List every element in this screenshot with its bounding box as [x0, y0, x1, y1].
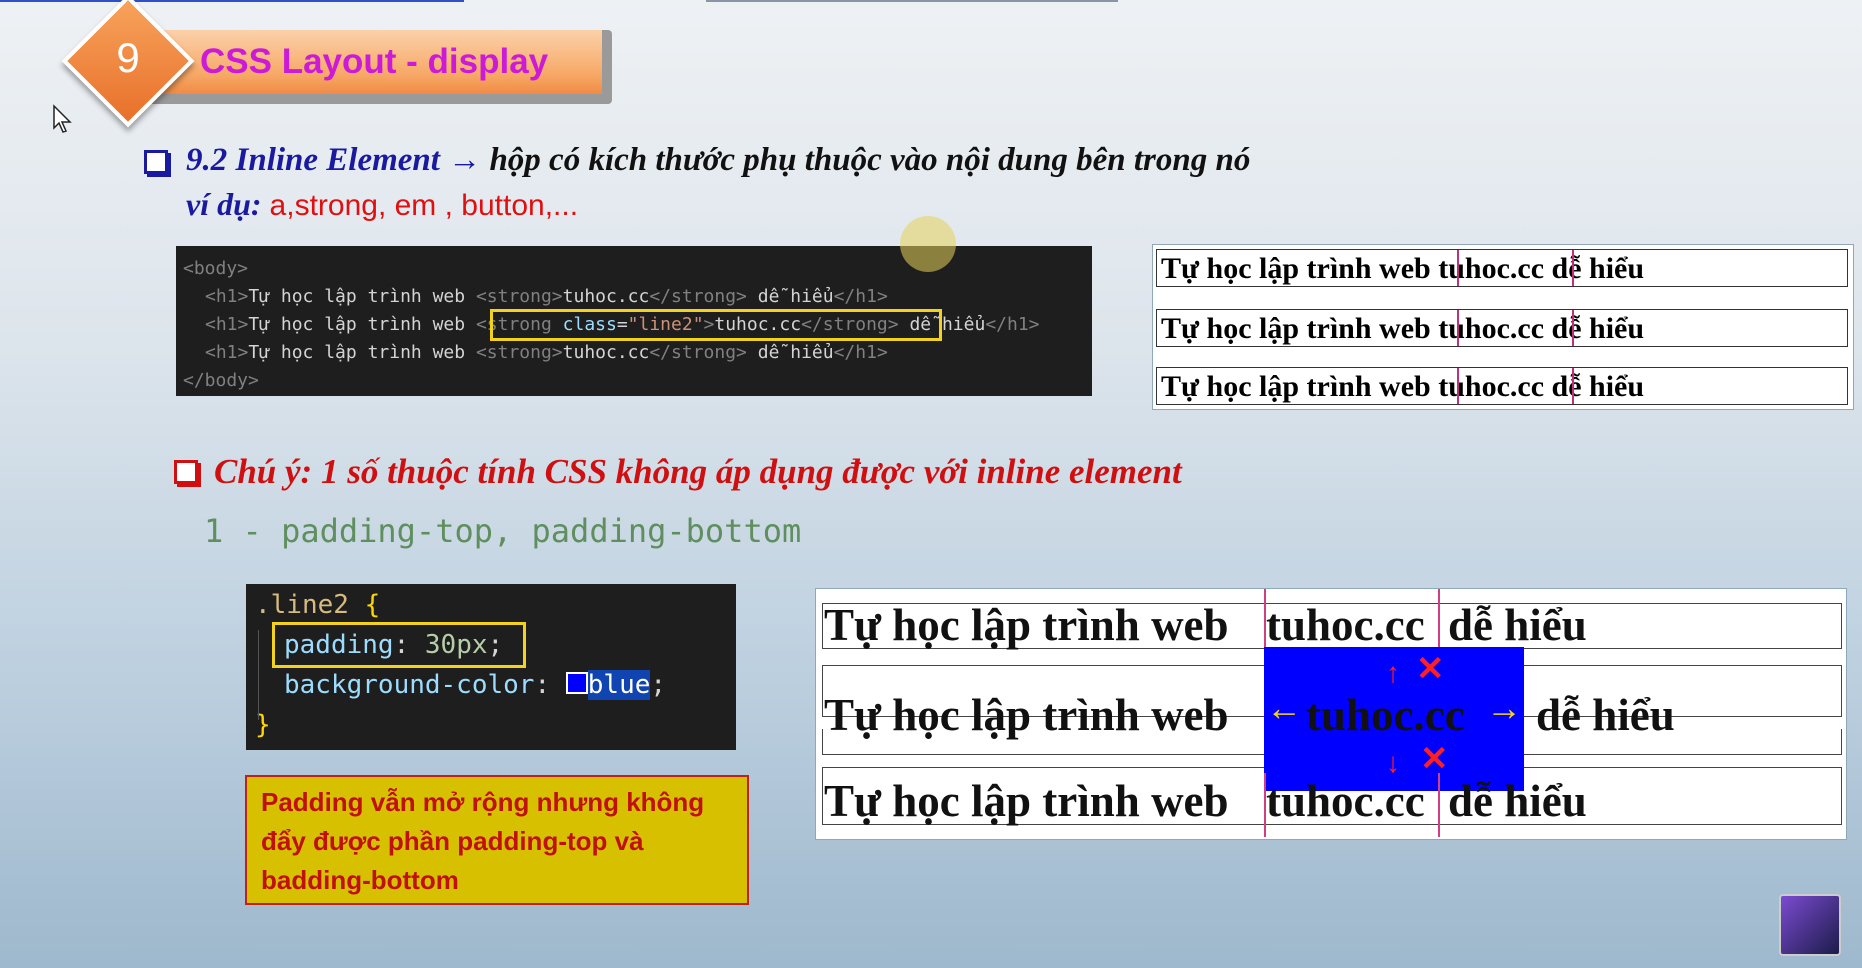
code-line-h1-1: <h1>Tự học lập trình web <strong>tuhoc.c…	[205, 286, 888, 307]
mouse-cursor-icon	[53, 104, 72, 133]
heading-label: 9.2 Inline Element	[186, 142, 440, 178]
css-prop-background: background-color: blue;	[284, 670, 667, 700]
row3-after: dễ hiểu	[1448, 776, 1587, 826]
channel-avatar[interactable]	[1779, 894, 1841, 956]
arrow-icon: →	[448, 142, 482, 178]
arrow-down-icon: ↓	[1386, 747, 1400, 778]
title-banner: CSS Layout - display	[146, 30, 612, 104]
example-items: a,strong, em , button,...	[269, 189, 579, 222]
arrow-left-icon: ←	[1266, 687, 1302, 728]
laser-pointer	[900, 216, 956, 272]
preview-row: Tự học lập trình web tuhoc.cc dễ hiểu	[1156, 309, 1848, 347]
row2-strong: tuhoc.cc	[1306, 690, 1465, 740]
strong-outline	[1457, 250, 1574, 286]
note-heading: Chú ý: 1 số thuộc tính CSS không áp dụng…	[214, 452, 1182, 491]
code-line-h1-3: <h1>Tự học lập trình web <strong>tuhoc.c…	[205, 342, 888, 363]
css-selector-line: .line2 {	[255, 590, 381, 620]
checkbox-bullet-icon	[174, 460, 198, 484]
code-line-body-open: <body>	[183, 258, 249, 279]
top-progress-bar-2	[706, 0, 1118, 2]
section-heading: 9.2 Inline Element → hộp có kích thước p…	[186, 142, 1250, 179]
row1-after: dễ hiểu	[1448, 600, 1587, 650]
arrow-right-icon: →	[1486, 687, 1522, 728]
top-progress-bar	[0, 0, 464, 2]
css-code-block: .line2 { padding: 30px; background-color…	[246, 584, 736, 750]
browser-preview-small: Tự học lập trình web tuhoc.cc dễ hiểu Tự…	[1152, 244, 1854, 410]
cross-icon: ✕	[1416, 650, 1445, 688]
note-item: 1 - padding-top, padding-bottom	[204, 512, 802, 550]
explanation-note: Padding vẫn mở rộng nhưng không đẩy được…	[245, 775, 749, 905]
heading-description: hộp có kích thước phụ thuộc vào nội dung…	[489, 142, 1251, 178]
browser-preview-large: Tự học lập trình web tuhoc.cc dễ hiểu Tự…	[815, 588, 1847, 840]
example-label: ví dụ:	[186, 186, 262, 222]
preview-row: Tự học lập trình web tuhoc.cc dễ hiểu	[1156, 249, 1848, 287]
section-number: 9	[116, 34, 140, 81]
row1-strong: tuhoc.cc	[1266, 600, 1425, 650]
arrow-up-icon: ↑	[1386, 657, 1400, 688]
html-code-block: <body> <h1>Tự học lập trình web <strong>…	[176, 246, 1092, 396]
row2-text: Tự học lập trình web	[824, 690, 1229, 740]
highlight-box	[272, 622, 526, 668]
row3-strong: tuhoc.cc	[1266, 776, 1425, 826]
strong-outline	[1457, 310, 1574, 346]
color-swatch-icon	[565, 672, 588, 694]
row3-text: Tự học lập trình web	[824, 776, 1229, 826]
preview-row: Tự học lập trình web tuhoc.cc dễ hiểu	[1156, 367, 1848, 405]
page-title: CSS Layout - display	[200, 42, 549, 81]
strong-outline	[1457, 368, 1574, 404]
example-line: ví dụ: a,strong, em , button,...	[186, 186, 578, 223]
checkbox-bullet-icon	[144, 150, 168, 174]
code-line-body-close: </body>	[183, 370, 259, 391]
row2-after: dễ hiểu	[1536, 690, 1675, 740]
cross-icon: ✕	[1420, 740, 1449, 778]
row1-text: Tự học lập trình web	[824, 600, 1229, 650]
highlight-box	[490, 309, 942, 341]
